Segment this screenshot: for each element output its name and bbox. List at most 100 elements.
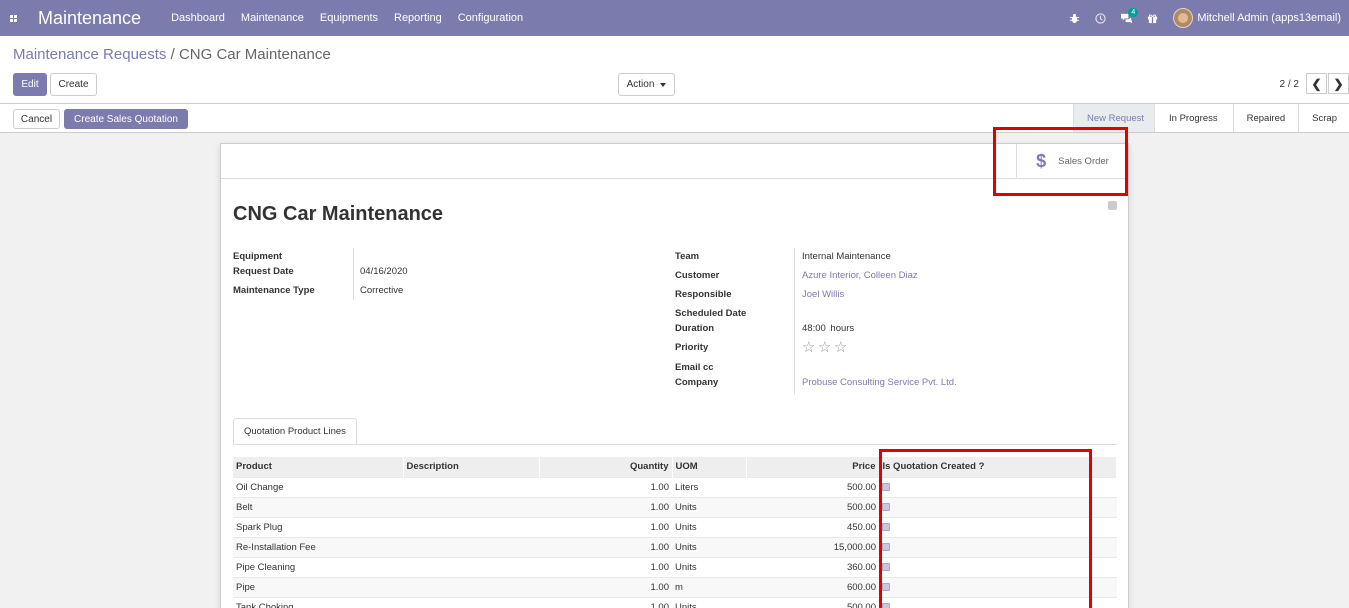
- cell-uom: Units: [672, 556, 746, 577]
- gift-icon[interactable]: [1139, 0, 1165, 36]
- cell-quantity: 1.00: [539, 496, 672, 517]
- record-title: CNG Car Maintenance: [233, 203, 444, 225]
- duration-value[interactable]: 48:00 hours: [802, 323, 854, 334]
- cell-product: Tank Choking: [233, 596, 403, 608]
- col-description[interactable]: Description: [403, 457, 540, 477]
- cell-product: Spark Plug: [233, 516, 403, 537]
- cell-price: 500.00: [746, 476, 879, 497]
- cell-description: [403, 476, 539, 497]
- bug-icon[interactable]: [1061, 0, 1087, 36]
- cell-price: 500.00: [746, 596, 879, 608]
- col-quantity[interactable]: Quantity: [539, 457, 673, 477]
- menu-reporting[interactable]: Reporting: [394, 12, 442, 24]
- cell-uom: Units: [672, 516, 746, 537]
- app-brand[interactable]: Maintenance: [38, 8, 141, 29]
- duration-label: Duration: [675, 323, 715, 334]
- cell-quantity: 1.00: [539, 516, 672, 537]
- menu-dashboard[interactable]: Dashboard: [171, 12, 225, 24]
- cell-price: 360.00: [746, 556, 879, 577]
- request-date-label: Request Date: [233, 266, 294, 277]
- cell-product: Pipe: [233, 576, 403, 597]
- email-cc-label: Email cc: [675, 362, 714, 373]
- stage-in-progress[interactable]: In Progress: [1154, 104, 1233, 132]
- cell-price: 15,000.00: [746, 536, 879, 557]
- pager-previous-button[interactable]: ❮: [1306, 73, 1327, 94]
- cell-description: [403, 536, 539, 557]
- cell-description: [403, 576, 539, 597]
- annotation-box-quotation-created: [879, 449, 1092, 608]
- customer-value[interactable]: Azure Interior, Colleen Diaz: [802, 270, 918, 281]
- cell-product: Re-Installation Fee: [233, 536, 403, 557]
- priority-star-1-icon[interactable]: ☆: [802, 340, 815, 355]
- cell-product: Belt: [233, 496, 403, 517]
- company-value[interactable]: Probuse Consulting Service Pvt. Ltd.: [802, 377, 957, 388]
- cell-quantity: 1.00: [539, 476, 672, 497]
- cell-uom: Units: [672, 496, 746, 517]
- maintenance-type-label: Maintenance Type: [233, 285, 315, 296]
- cell-uom: Liters: [672, 476, 746, 497]
- cell-description: [403, 516, 539, 537]
- customer-label: Customer: [675, 270, 720, 281]
- cell-product: Oil Change: [233, 476, 403, 497]
- button-box: $ Sales Order: [221, 144, 1128, 179]
- cell-price: 600.00: [746, 576, 879, 597]
- col-uom[interactable]: UOM: [672, 457, 747, 477]
- team-label: Team: [675, 251, 700, 262]
- request-date-value[interactable]: 04/16/2020: [360, 266, 408, 277]
- pager-next-button[interactable]: ❯: [1328, 73, 1349, 94]
- stage-scrap[interactable]: Scrap: [1298, 104, 1349, 132]
- apps-menu-icon[interactable]: [0, 0, 26, 36]
- edit-button[interactable]: Edit: [13, 73, 47, 96]
- cell-quantity: 1.00: [539, 576, 672, 597]
- left-group-divider: [353, 248, 354, 300]
- priority-star-2-icon[interactable]: ☆: [818, 340, 831, 355]
- create-button[interactable]: Create: [50, 73, 97, 96]
- responsible-value[interactable]: Joel Willis: [802, 289, 844, 300]
- priority-star-3-icon[interactable]: ☆: [834, 340, 847, 355]
- user-menu[interactable]: Mitchell Admin (apps13email): [1197, 12, 1341, 24]
- cell-quantity: 1.00: [539, 556, 672, 577]
- action-label: Action: [626, 79, 655, 90]
- caret-down-icon: [660, 82, 667, 87]
- cell-description: [403, 596, 539, 608]
- cell-quantity: 1.00: [539, 596, 672, 608]
- priority-label: Priority: [675, 342, 709, 353]
- cancel-button[interactable]: Cancel: [13, 109, 60, 129]
- duration-number: 48:00: [802, 323, 826, 334]
- stage-repaired[interactable]: Repaired: [1232, 104, 1299, 132]
- menu-maintenance[interactable]: Maintenance: [241, 12, 304, 24]
- responsible-label: Responsible: [675, 289, 732, 300]
- messages-badge: 4: [1128, 8, 1139, 17]
- breadcrumb-parent[interactable]: Maintenance Requests: [13, 46, 166, 63]
- tab-quotation-product-lines[interactable]: Quotation Product Lines: [233, 418, 357, 445]
- cell-uom: m: [672, 576, 746, 597]
- control-panel: Maintenance Requests / CNG Car Maintenan…: [0, 36, 1349, 104]
- menu-equipments[interactable]: Equipments: [320, 12, 378, 24]
- right-group-divider: [794, 248, 795, 394]
- cell-price: 450.00: [746, 516, 879, 537]
- kanban-state-icon[interactable]: [1108, 201, 1117, 210]
- maintenance-type-value[interactable]: Corrective: [360, 285, 403, 296]
- statusbar: Cancel Create Sales Quotation New Reques…: [0, 104, 1349, 133]
- cell-quantity: 1.00: [539, 536, 672, 557]
- col-product[interactable]: Product: [233, 457, 404, 477]
- clock-icon[interactable]: [1087, 0, 1113, 36]
- action-dropdown[interactable]: Action: [618, 73, 675, 96]
- user-avatar[interactable]: [1173, 8, 1194, 28]
- create-sales-quotation-button[interactable]: Create Sales Quotation: [64, 109, 188, 129]
- col-price[interactable]: Price: [746, 457, 880, 477]
- breadcrumb-separator: /: [170, 46, 175, 63]
- menu-configuration[interactable]: Configuration: [458, 12, 523, 24]
- cell-product: Pipe Cleaning: [233, 556, 403, 577]
- scheduled-date-label: Scheduled Date: [675, 308, 747, 319]
- messages-icon[interactable]: 4: [1113, 0, 1139, 36]
- breadcrumb-current: CNG Car Maintenance: [178, 46, 331, 63]
- duration-unit: hours: [830, 323, 855, 334]
- team-value[interactable]: Internal Maintenance: [802, 251, 891, 262]
- top-navbar: Maintenance Dashboard Maintenance Equipm…: [0, 0, 1349, 36]
- cell-description: [403, 496, 539, 517]
- company-label: Company: [675, 377, 719, 388]
- breadcrumb: Maintenance Requests / CNG Car Maintenan…: [13, 46, 331, 63]
- tab-divider: [233, 444, 1117, 445]
- pager-value: 2 / 2: [1279, 79, 1299, 90]
